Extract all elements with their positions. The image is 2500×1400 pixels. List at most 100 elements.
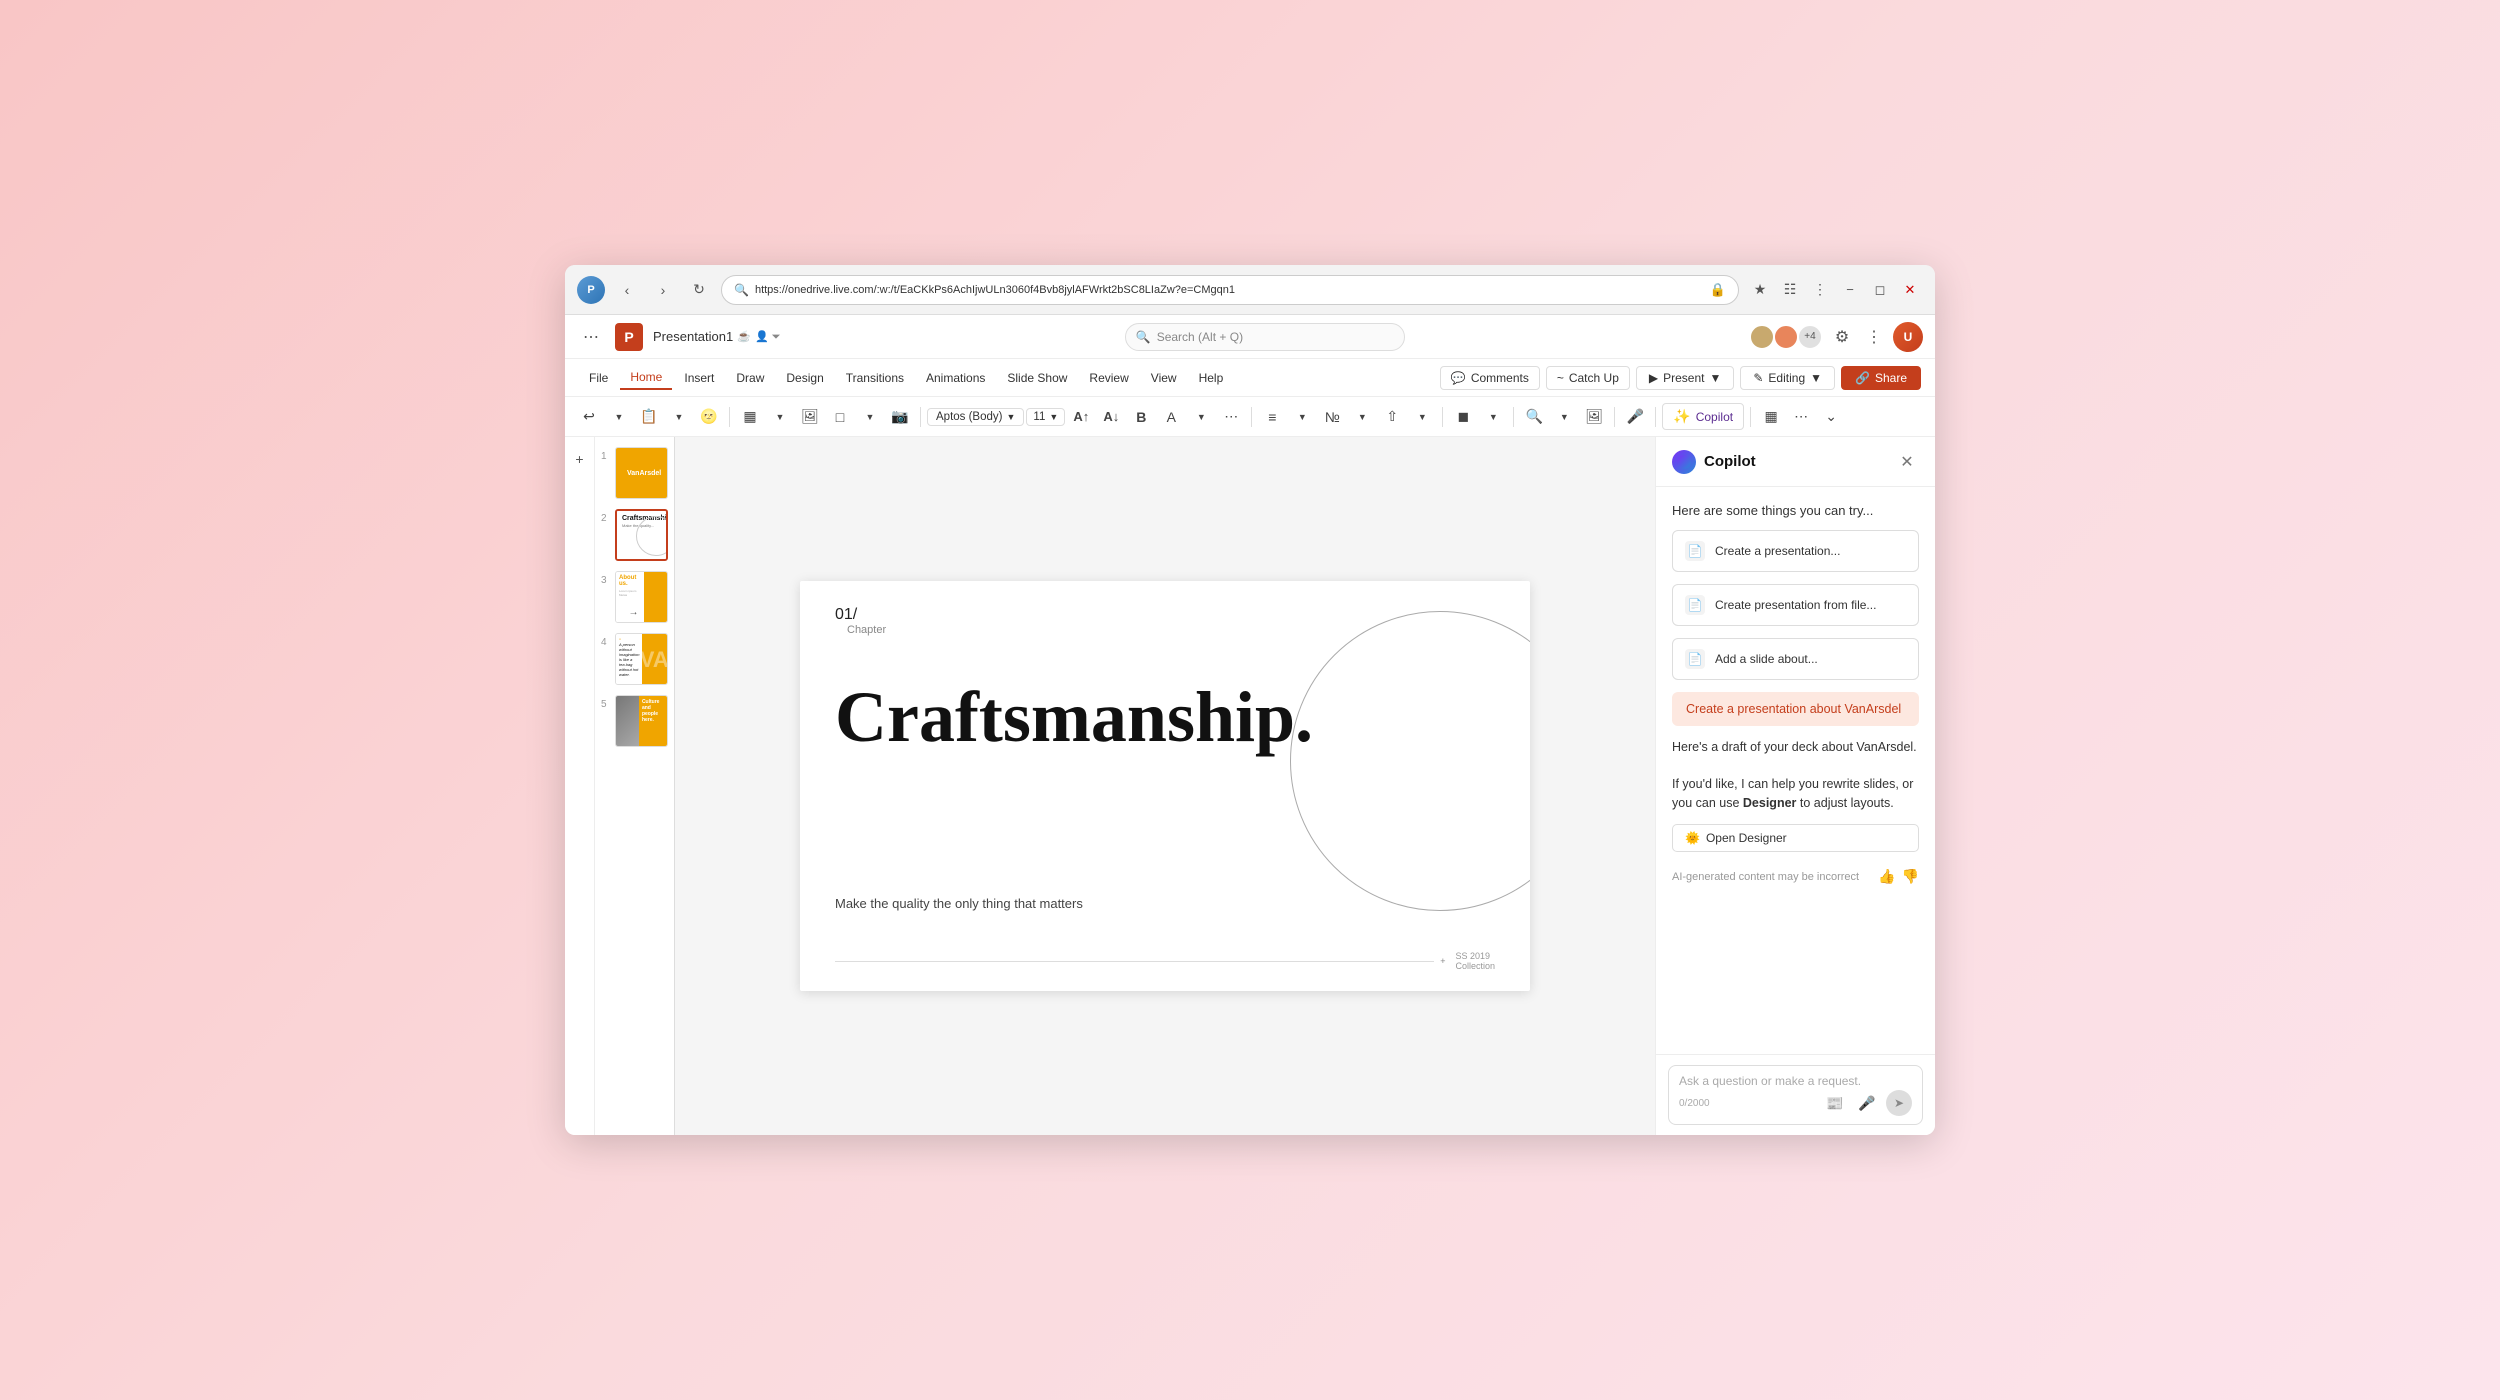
undo-button[interactable]: ↩	[575, 403, 603, 431]
new-slide-button[interactable]: 🖼	[796, 403, 824, 431]
copilot-input-actions: 0/2000 📰 🎤 ➤	[1679, 1090, 1912, 1116]
ai-disclaimer-row: AI-generated content may be incorrect 👍 …	[1672, 868, 1919, 885]
font-selector[interactable]: Aptos (Body) ▼	[927, 408, 1024, 426]
clipboard-button[interactable]: 📋	[635, 403, 663, 431]
copilot-attach-button[interactable]: 📰	[1822, 1090, 1848, 1116]
maximize-button[interactable]: ◻	[1867, 277, 1893, 303]
menu-slideshow[interactable]: Slide Show	[997, 367, 1077, 389]
slide-number-3: 3	[601, 575, 611, 586]
menu-animations[interactable]: Animations	[916, 367, 995, 389]
increase-font-button[interactable]: A↑	[1067, 403, 1095, 431]
minimize-button[interactable]: −	[1837, 277, 1863, 303]
back-button[interactable]: ‹	[613, 276, 641, 304]
catchup-button[interactable]: ~ Catch Up	[1546, 366, 1630, 390]
open-designer-button[interactable]: 🌞 Open Designer	[1672, 824, 1919, 852]
slide-grid-view-button[interactable]: ▦	[1757, 403, 1785, 431]
font-color-dropdown[interactable]: ▼	[1187, 403, 1215, 431]
copilot-suggestion-2[interactable]: 📄 Create presentation from file...	[1672, 584, 1919, 626]
copilot-toolbar-button[interactable]: ✨ Copilot	[1662, 403, 1744, 430]
slide-thumb-container-2: 2 Craftsmanship. Make the quality...	[601, 509, 668, 561]
menu-draw[interactable]: Draw	[726, 367, 774, 389]
comments-button[interactable]: 💬 Comments	[1440, 366, 1540, 390]
user-profile-avatar[interactable]: U	[1893, 322, 1923, 352]
copilot-close-button[interactable]: ✕	[1895, 450, 1919, 474]
slide-subtitle[interactable]: Make the quality the only thing that mat…	[835, 896, 1083, 911]
copilot-header: Copilot ✕	[1656, 437, 1935, 487]
slide-size-button[interactable]: □	[826, 403, 854, 431]
menu-help[interactable]: Help	[1189, 367, 1234, 389]
menu-file[interactable]: File	[579, 367, 618, 389]
slide-thumbnail-3[interactable]: About us. Lorem ipsum Metas →	[615, 571, 668, 623]
format-painter-button[interactable]: 🌝	[695, 403, 723, 431]
slide-thumbnail-4[interactable]: “ A person without imagination is like a…	[615, 633, 668, 685]
more-options-icon[interactable]: ⋮	[1861, 324, 1887, 350]
forward-button[interactable]: ›	[649, 276, 677, 304]
present-button[interactable]: ▶ Present ▼	[1636, 366, 1734, 390]
apps-grid-icon[interactable]: ⋯	[577, 323, 605, 351]
copilot-suggestion-3[interactable]: 📄 Add a slide about...	[1672, 638, 1919, 680]
screenshot-button[interactable]: 📷	[886, 403, 914, 431]
star-icon[interactable]: ★	[1747, 277, 1773, 303]
slide-thumbnail-2[interactable]: Craftsmanship. Make the quality...	[615, 509, 668, 561]
slide-canvas[interactable]: 01/ Chapter Craftsmanship. Make the qual…	[800, 581, 1530, 991]
font-color-button[interactable]: A	[1157, 403, 1185, 431]
dictate-button[interactable]: 🎤	[1621, 403, 1649, 431]
insert-image-button[interactable]: 🖼	[1580, 403, 1608, 431]
find-button[interactable]: 🔍	[1520, 403, 1548, 431]
more-menu-button[interactable]: ⋮	[1807, 277, 1833, 303]
menu-view[interactable]: View	[1141, 367, 1187, 389]
designer-link[interactable]: Designer	[1743, 796, 1797, 810]
decrease-font-button[interactable]: A↓	[1097, 403, 1125, 431]
slide-thumbnail-5[interactable]: Culture and people here.	[615, 695, 668, 747]
slide-size-dropdown[interactable]: ▼	[856, 403, 884, 431]
slide-layout-button[interactable]: ▦	[736, 403, 764, 431]
share-button[interactable]: 🔗 Share	[1841, 366, 1921, 390]
shape-fill-button[interactable]: ◼	[1449, 403, 1477, 431]
more-text-formatting[interactable]: ⋯	[1217, 403, 1245, 431]
bullets-button[interactable]: ≡	[1258, 403, 1286, 431]
browser-action-group: ★ ☷ ⋮ − ◻ ✕	[1747, 277, 1923, 303]
url-bar[interactable]: 🔍 https://onedrive.live.com/:w:/t/EaCKkP…	[721, 275, 1739, 305]
font-size-selector[interactable]: 11 ▼	[1026, 408, 1065, 426]
menu-review[interactable]: Review	[1079, 367, 1138, 389]
copilot-panel-title: Copilot	[1704, 453, 1756, 470]
menu-home[interactable]: Home	[620, 366, 672, 390]
refresh-button[interactable]: ↻	[685, 276, 713, 304]
slide-layout-dropdown[interactable]: ▼	[766, 403, 794, 431]
toolbar-separator-1	[729, 407, 730, 427]
bold-button[interactable]: B	[1127, 403, 1155, 431]
copilot-brand-button[interactable]: Create a presentation about VanArsdel	[1672, 692, 1919, 726]
copilot-mic-button[interactable]: 🎤	[1854, 1090, 1880, 1116]
menu-insert[interactable]: Insert	[674, 367, 724, 389]
settings-icon[interactable]: ⚙	[1829, 324, 1855, 350]
copilot-input-area[interactable]: Ask a question or make a request. 0/2000…	[1668, 1065, 1923, 1125]
search-bar[interactable]: 🔍 Search (Alt + Q)	[1125, 323, 1405, 351]
copilot-suggestion-1[interactable]: 📄 Create a presentation...	[1672, 530, 1919, 572]
slide-number-4: 4	[601, 637, 611, 648]
add-slide-icon[interactable]: +	[568, 447, 592, 471]
slide-main-title[interactable]: Craftsmanship.	[835, 681, 1313, 753]
menu-transitions[interactable]: Transitions	[836, 367, 914, 389]
slide-thumbnail-1[interactable]: VanArsdel	[615, 447, 668, 499]
thumbs-up-button[interactable]: 👍	[1878, 868, 1895, 885]
copilot-send-button[interactable]: ➤	[1886, 1090, 1912, 1116]
align-button[interactable]: ⇧	[1378, 403, 1406, 431]
clipboard-dropdown[interactable]: ▼	[665, 403, 693, 431]
toolbar-separator-8	[1750, 407, 1751, 427]
find-dropdown[interactable]: ▼	[1550, 403, 1578, 431]
browser-profile-avatar[interactable]: P	[577, 276, 605, 304]
undo-dropdown[interactable]: ▼	[605, 403, 633, 431]
toolbar-expand-button[interactable]: ⌄	[1817, 403, 1845, 431]
thumbs-down-button[interactable]: 👎	[1902, 868, 1919, 885]
toolbar-more-button[interactable]: ⋯	[1787, 403, 1815, 431]
shape-fill-dropdown[interactable]: ▼	[1479, 403, 1507, 431]
align-dropdown[interactable]: ▼	[1408, 403, 1436, 431]
close-button[interactable]: ✕	[1897, 277, 1923, 303]
collections-icon[interactable]: ☷	[1777, 277, 1803, 303]
bullets-dropdown[interactable]: ▼	[1288, 403, 1316, 431]
numbering-dropdown[interactable]: ▼	[1348, 403, 1376, 431]
editing-button[interactable]: ✎ Editing ▼	[1740, 366, 1835, 390]
numbering-button[interactable]: №	[1318, 403, 1346, 431]
file-name: Presentation1	[653, 329, 733, 344]
menu-design[interactable]: Design	[776, 367, 833, 389]
